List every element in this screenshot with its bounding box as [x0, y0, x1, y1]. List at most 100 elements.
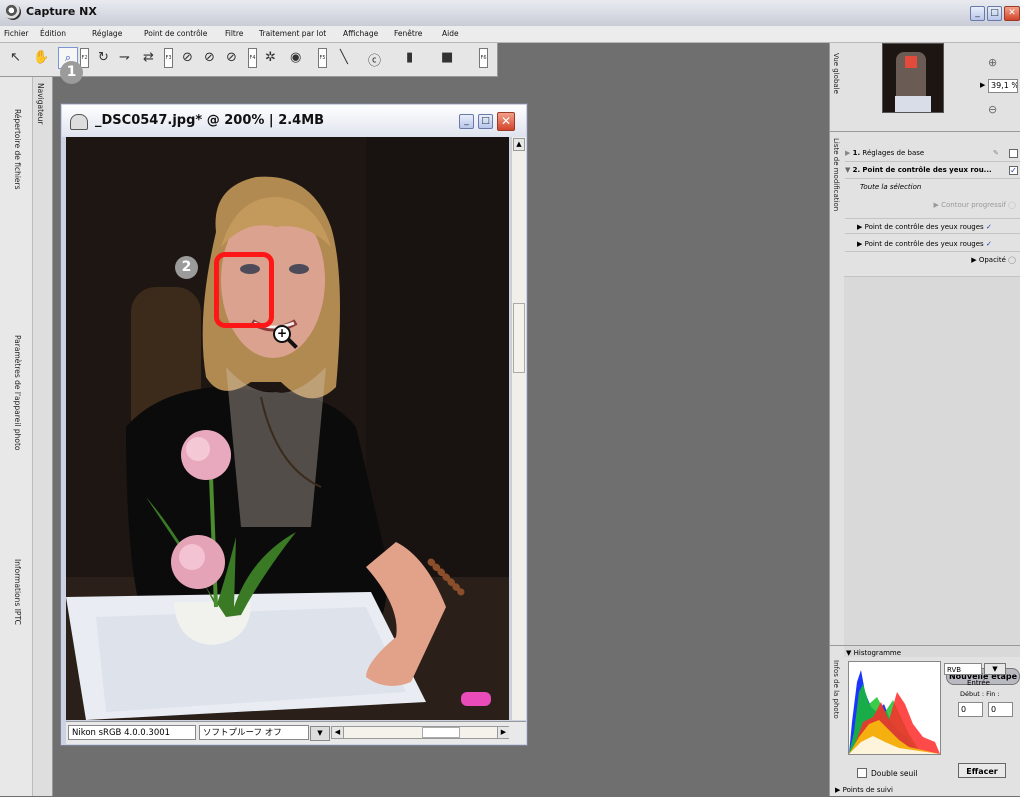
document-vertical-scrollbar[interactable]: ▲ [511, 137, 526, 720]
zoom-pointer-icon: ▶ [980, 81, 986, 89]
selection-label: Toute la sélection [860, 183, 922, 191]
step-badge-1: 1 [60, 61, 83, 84]
menu-traitement-par-lot[interactable]: Traitement par lot [259, 29, 326, 38]
red-eye-selection-box [214, 252, 274, 328]
step-1-edit-icon[interactable]: ✎ [993, 145, 999, 161]
scroll-left-icon[interactable]: ◀ [332, 727, 344, 738]
scroll-right-icon[interactable]: ▶ [497, 727, 509, 738]
f3-key-label: F3 [164, 48, 173, 68]
step-row-1[interactable]: ▶ 1. Réglages de base ✎ [845, 145, 1020, 162]
document-title: _DSC0547.jpg* @ 200% | 2.4MB [95, 113, 325, 128]
photo-info-section: Infos de la photo ▼ Histogramme RVB ▼ En… [830, 645, 1020, 797]
menu-fichier[interactable]: Fichier [4, 29, 29, 38]
birdseye-thumbnail[interactable] [882, 43, 944, 113]
doc-maximize-button[interactable]: □ [478, 114, 493, 129]
zoom-out-icon[interactable]: ⊖ [988, 103, 997, 116]
left-panel-strip: Navigateur Répertoire de fichiers Paramè… [0, 77, 53, 796]
photo-canvas[interactable]: + [66, 137, 509, 720]
step-row-2[interactable]: ▼ 2. Point de contrôle des yeux rou... ✓ [845, 162, 1020, 179]
menu-bar: Fichier Édition Réglage Point de contrôl… [0, 26, 1020, 43]
document-horizontal-scrollbar[interactable]: ◀ ▶ [331, 726, 509, 739]
document-status-bar: Nikon sRGB 4.0.0.3001 ソフトプルーフ オフ ▼ ◀ ▶ [66, 721, 526, 744]
menu-filtre[interactable]: Filtre [225, 29, 243, 38]
menu-fenetre[interactable]: Fenêtre [394, 29, 422, 38]
color-profile-field: Nikon sRGB 4.0.0.3001 [68, 725, 196, 740]
tab-parametres-appareil-photo[interactable]: Paramètres de l'appareil photo [13, 335, 22, 450]
start-end-label: Début : Fin : [960, 690, 1000, 698]
tab-informations-iptc[interactable]: Informations IPTC [13, 559, 22, 625]
double-threshold-checkbox[interactable] [857, 768, 867, 778]
document-window: _DSC0547.jpg* @ 200% | 2.4MB _ □ ✕ + 2 ▲… [60, 103, 528, 746]
navigator-pane [32, 77, 52, 796]
clear-button[interactable]: Effacer [958, 763, 1006, 778]
gradient-icon[interactable]: ▮ [406, 50, 413, 65]
neutral-point-icon[interactable]: ⊘ [204, 50, 215, 65]
feather-item[interactable]: ▶ Contour progressif ◯ [913, 201, 1017, 209]
menu-edition[interactable]: Édition [40, 29, 66, 38]
red-eye-item-2[interactable]: ▶ Point de contrôle des yeux rouges ✓ [845, 236, 1020, 252]
hand-tool-icon[interactable]: ✋ [33, 50, 49, 65]
close-button[interactable]: ✕ [1004, 6, 1020, 21]
softproof-dropdown-icon[interactable]: ▼ [310, 726, 330, 741]
channel-select[interactable]: RVB [944, 663, 982, 675]
edit-list-section: Liste de modification ▶ 1. Réglages de b… [830, 132, 1020, 692]
scroll-up-icon[interactable]: ▲ [513, 138, 525, 151]
photo-info-label: Infos de la photo [832, 660, 840, 719]
brush-icon[interactable]: ╲ [340, 50, 348, 65]
zoom-in-icon[interactable]: ⊕ [988, 56, 997, 69]
step-1-checkbox[interactable] [1009, 149, 1018, 158]
straighten-tool-icon[interactable]: ⇁ [119, 50, 130, 65]
doc-close-button[interactable]: ✕ [497, 112, 515, 131]
document-icon [70, 114, 88, 130]
maximize-button[interactable]: □ [987, 6, 1002, 21]
fill-icon[interactable]: ■ [441, 50, 453, 65]
arrow-tool-icon[interactable]: ↖ [10, 50, 21, 65]
black-point-icon[interactable]: ⊘ [182, 50, 193, 65]
doc-minimize-button[interactable]: _ [459, 114, 474, 129]
right-panel: Vue globale ⊕ ▶ 39,1 % ⊖ Liste de modifi… [829, 43, 1020, 796]
white-point-icon[interactable]: ⊘ [226, 50, 237, 65]
softproof-field[interactable]: ソフトプルーフ オフ [199, 725, 309, 740]
histogram-graph [849, 662, 940, 754]
f2-key-label: F2 [80, 48, 89, 68]
step-2-checkbox[interactable]: ✓ [1009, 166, 1018, 175]
f4-key-label: F4 [248, 48, 257, 68]
vertical-scroll-thumb[interactable] [513, 303, 525, 373]
lasso-icon[interactable]: ⓒ [368, 50, 381, 69]
end-value-field[interactable]: 0 [988, 702, 1013, 717]
horizontal-scroll-thumb[interactable] [422, 727, 460, 738]
f6-key-label: F6 [479, 48, 488, 68]
rotate-tool-icon[interactable]: ↻ [98, 50, 109, 65]
minimize-button[interactable]: _ [970, 6, 985, 21]
tab-navigateur[interactable]: Navigateur [36, 83, 45, 124]
histogram-header[interactable]: ▼ Histogramme [846, 649, 901, 657]
channel-dropdown-icon[interactable]: ▼ [984, 663, 1006, 675]
app-titlebar: Capture NX _ □ ✕ [0, 0, 1020, 27]
menu-affichage[interactable]: Affichage [343, 29, 378, 38]
red-eye-item-1[interactable]: ▶ Point de contrôle des yeux rouges ✓ [845, 218, 1020, 234]
edit-list-label: Liste de modification [832, 138, 840, 212]
menu-point-de-controle[interactable]: Point de contrôle [144, 29, 207, 38]
step-badge-2: 2 [175, 256, 198, 279]
f5-key-label: F5 [318, 48, 327, 68]
document-titlebar: _DSC0547.jpg* @ 200% | 2.4MB _ □ ✕ [62, 105, 526, 137]
start-value-field[interactable]: 0 [958, 702, 983, 717]
double-threshold-label: Double seuil [871, 769, 918, 778]
birdseye-label: Vue globale [832, 53, 840, 94]
edit-list-empty-area [844, 276, 1020, 657]
birdseye-section: Vue globale ⊕ ▶ 39,1 % ⊖ [830, 43, 1020, 132]
tab-repertoire-de-fichiers[interactable]: Répertoire de fichiers [13, 109, 22, 190]
tracking-points-header[interactable]: ▶ Points de suivi [835, 786, 893, 794]
opacity-item[interactable]: ▶ Opacité ◯ [950, 256, 1016, 264]
capture-nx-logo-icon [5, 4, 21, 20]
input-label: Entrée [967, 679, 990, 687]
menu-aide[interactable]: Aide [442, 29, 459, 38]
zoom-value-field[interactable]: 39,1 % [988, 79, 1018, 93]
menu-reglage[interactable]: Réglage [92, 29, 122, 38]
histogram-chart [848, 661, 941, 755]
portrait-photo [66, 137, 509, 720]
red-eye-control-point-icon[interactable]: ◉ [290, 50, 301, 65]
color-control-point-icon[interactable]: ✲ [265, 50, 276, 65]
app-title: Capture NX [26, 5, 97, 18]
crop-tool-icon[interactable]: ⇄ [143, 50, 154, 65]
